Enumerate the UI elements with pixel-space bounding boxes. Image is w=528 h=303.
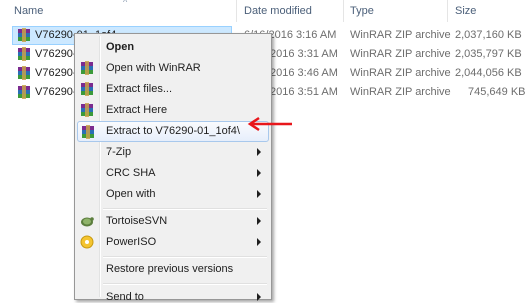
menu-item-label: 7-Zip bbox=[106, 146, 132, 158]
menu-item-label: Open with bbox=[106, 188, 156, 200]
menu-item-label: CRC SHA bbox=[106, 167, 156, 179]
menu-item-extract-here[interactable]: Extract Here bbox=[77, 100, 269, 121]
menu-separator bbox=[103, 256, 267, 258]
menu-item-label: Send to bbox=[106, 291, 144, 303]
file-type: WinRAR ZIP archive bbox=[350, 86, 451, 98]
column-header-size[interactable]: Size bbox=[455, 5, 476, 17]
column-header-bar: Name ^ Date modified Type Size bbox=[0, 0, 528, 22]
menu-item-label: PowerISO bbox=[106, 236, 157, 248]
context-menu: Open Open with WinRAR Extract files... E… bbox=[74, 33, 272, 303]
column-header-date[interactable]: Date modified bbox=[244, 5, 312, 17]
menu-item-send-to[interactable]: Send to bbox=[77, 276, 269, 303]
winrar-archive-icon bbox=[18, 28, 30, 42]
menu-item-label: Extract files... bbox=[106, 83, 173, 95]
file-date: 2016 3:31 AM bbox=[270, 48, 338, 60]
submenu-arrow-icon bbox=[257, 169, 261, 177]
menu-item-label: Extract Here bbox=[106, 104, 168, 116]
submenu-arrow-icon bbox=[257, 217, 261, 225]
file-size: 2,037,160 KB bbox=[455, 29, 522, 41]
menu-item-open-with[interactable]: Open with bbox=[77, 184, 269, 205]
poweriso-icon bbox=[80, 235, 94, 249]
winrar-icon bbox=[81, 61, 93, 75]
file-date: 2016 3:46 AM bbox=[270, 67, 338, 79]
menu-separator bbox=[103, 208, 267, 210]
submenu-arrow-icon bbox=[257, 190, 261, 198]
menu-item-label: TortoiseSVN bbox=[106, 215, 168, 227]
tortoisesvn-icon bbox=[81, 217, 94, 227]
column-header-name[interactable]: Name bbox=[14, 5, 43, 17]
winrar-icon bbox=[81, 103, 93, 117]
file-size: 2,044,056 KB bbox=[455, 67, 522, 79]
winrar-archive-icon bbox=[18, 47, 30, 61]
file-type: WinRAR ZIP archive bbox=[350, 67, 451, 79]
winrar-icon bbox=[82, 125, 94, 139]
file-type: WinRAR ZIP archive bbox=[350, 29, 451, 41]
column-divider[interactable] bbox=[343, 0, 344, 22]
column-header-type[interactable]: Type bbox=[350, 5, 374, 17]
winrar-archive-icon bbox=[18, 66, 30, 80]
column-divider[interactable] bbox=[236, 0, 237, 22]
menu-item-label: Extract to V76290-01_1of4\ bbox=[106, 125, 240, 137]
file-date: 2016 3:51 AM bbox=[270, 86, 338, 98]
menu-item-open-with-winrar[interactable]: Open with WinRAR bbox=[77, 58, 269, 79]
submenu-arrow-icon bbox=[257, 148, 261, 156]
menu-item-label: Restore previous versions bbox=[106, 263, 234, 275]
menu-item-open[interactable]: Open bbox=[77, 37, 269, 58]
file-type: WinRAR ZIP archive bbox=[350, 48, 451, 60]
menu-item-label: Open bbox=[106, 41, 135, 53]
submenu-arrow-icon bbox=[257, 238, 261, 246]
menu-item-7zip[interactable]: 7-Zip bbox=[77, 142, 269, 163]
column-divider[interactable] bbox=[447, 0, 448, 22]
winrar-archive-icon bbox=[18, 85, 30, 99]
menu-item-extract-files[interactable]: Extract files... bbox=[77, 79, 269, 100]
file-size: 2,035,797 KB bbox=[455, 48, 522, 60]
menu-item-crc-sha[interactable]: CRC SHA bbox=[77, 163, 269, 184]
sort-ascending-icon: ^ bbox=[123, 0, 128, 7]
menu-item-extract-to[interactable]: Extract to V76290-01_1of4\ bbox=[77, 121, 269, 142]
file-size: 745,649 KB bbox=[468, 86, 526, 98]
menu-item-tortoisesvn[interactable]: TortoiseSVN bbox=[77, 211, 269, 232]
red-arrow-icon bbox=[247, 116, 292, 132]
submenu-arrow-icon bbox=[257, 293, 261, 301]
winrar-icon bbox=[81, 82, 93, 96]
menu-item-label: Open with WinRAR bbox=[106, 62, 201, 74]
menu-item-poweriso[interactable]: PowerISO bbox=[77, 232, 269, 253]
